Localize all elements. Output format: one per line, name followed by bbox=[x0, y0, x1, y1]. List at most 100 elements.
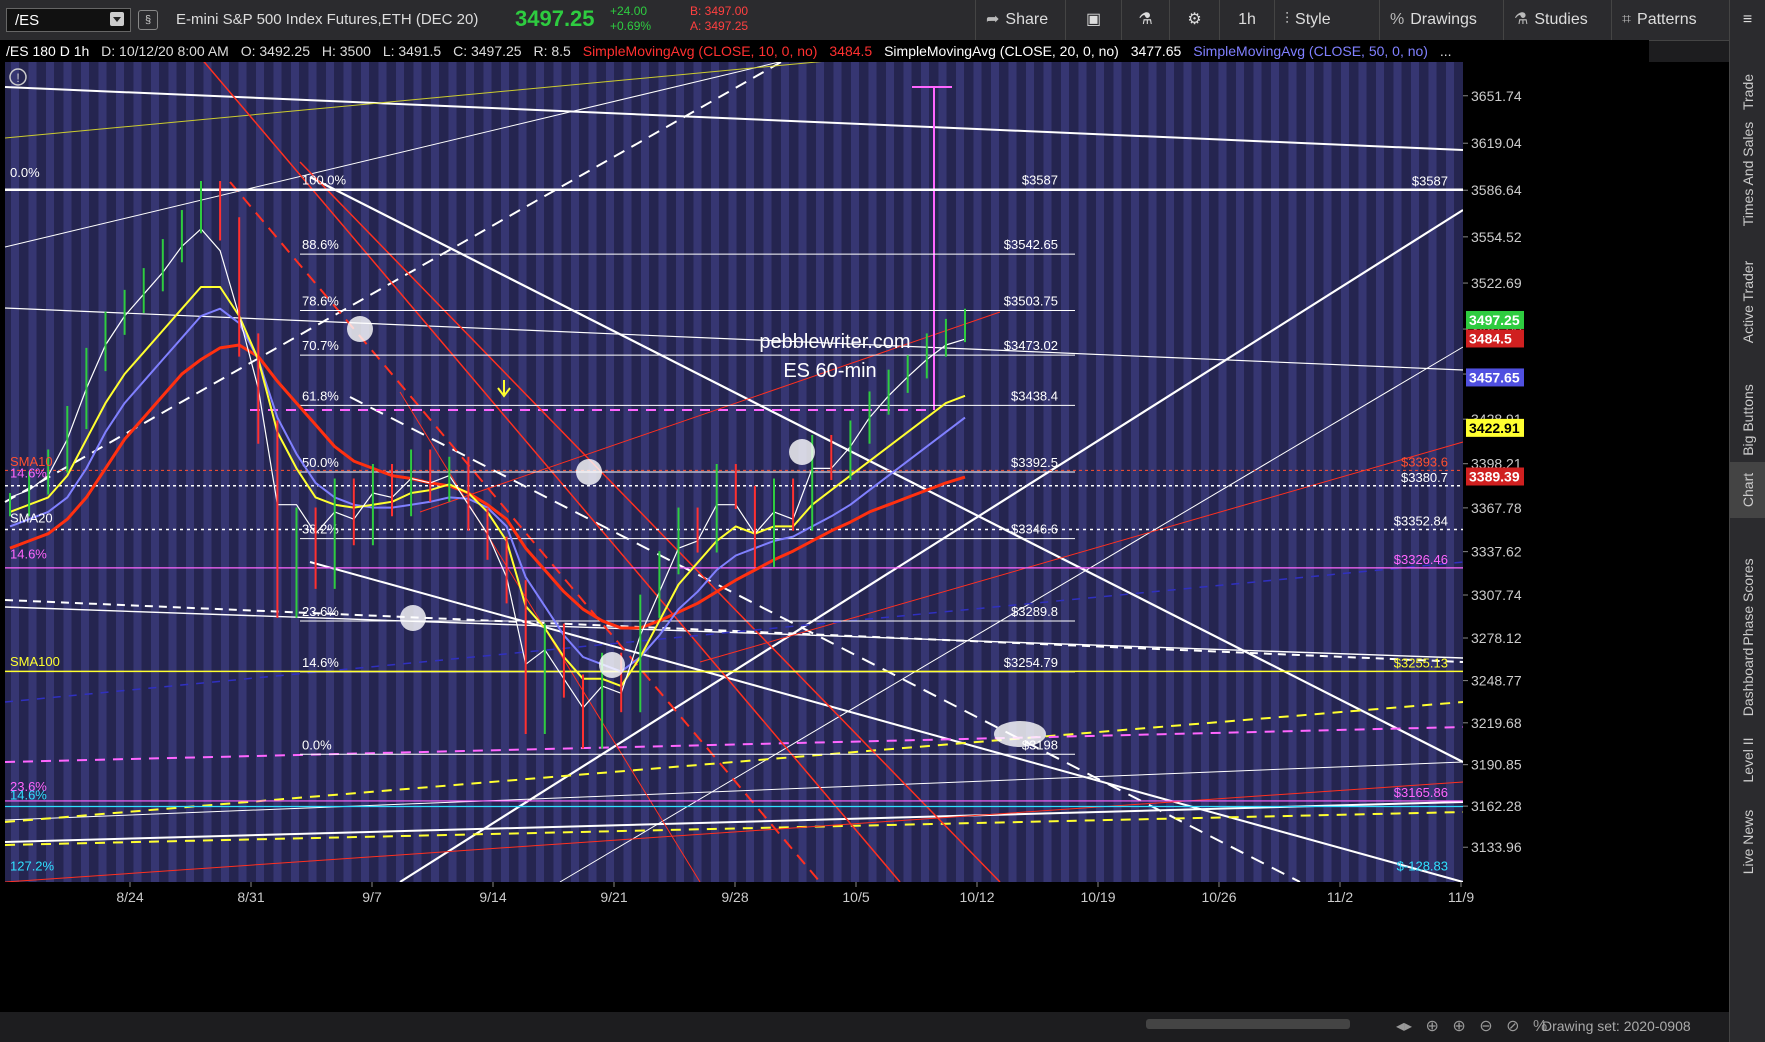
pivot-marker bbox=[400, 605, 426, 631]
share-button[interactable]: ➦ Share bbox=[975, 0, 1065, 40]
right-level-label: $-128.83 bbox=[1397, 859, 1448, 874]
patterns-button[interactable]: ⌗ Patterns bbox=[1611, 0, 1729, 40]
time-tick-label: 11/2 bbox=[1327, 889, 1353, 905]
price-tick-label: 3651.74 bbox=[1471, 88, 1522, 104]
sidebar-tab-label: Big Buttons bbox=[1740, 384, 1756, 456]
right-level-label: $3380.7 bbox=[1401, 470, 1448, 485]
pivot-marker bbox=[347, 316, 373, 342]
sidebar-tab-chart[interactable]: Chart bbox=[1730, 462, 1765, 518]
time-tick-label: 11/9 bbox=[1448, 889, 1474, 905]
price-tick-label: 3337.62 bbox=[1471, 544, 1522, 560]
fib-level-price: $3289.8 bbox=[1011, 604, 1058, 619]
session-stripe bbox=[1253, 62, 1262, 882]
session-stripe bbox=[1236, 62, 1244, 882]
sidebar-tab-label: Active Trader bbox=[1740, 260, 1756, 344]
hamburger-icon: ≡ bbox=[1742, 11, 1753, 28]
session-stripe bbox=[238, 62, 247, 882]
session-stripe bbox=[1166, 62, 1174, 882]
studies-button[interactable]: ⚗ Studies bbox=[1503, 0, 1611, 40]
pivot-marker bbox=[789, 439, 815, 465]
layout-button[interactable]: ▣ bbox=[1065, 0, 1121, 40]
bid-price: B: 3497.00 bbox=[690, 4, 749, 18]
price-tag-label: 3422.91 bbox=[1469, 420, 1520, 436]
crosshair-icon[interactable]: ⊕ bbox=[1426, 1018, 1439, 1035]
left-level-label: SMA100 bbox=[10, 654, 60, 669]
price-tick-label: 3554.52 bbox=[1471, 229, 1522, 245]
sidebar-tab-label: Chart bbox=[1740, 472, 1756, 508]
zoom-reset-icon[interactable]: ⊘ bbox=[1506, 1018, 1519, 1035]
last-price: 3497.25 bbox=[515, 6, 595, 31]
bar-high: H: 3500 bbox=[321, 43, 371, 59]
time-scrollbar[interactable] bbox=[1146, 1019, 1350, 1029]
symbol-dropdown-icon[interactable] bbox=[110, 12, 124, 26]
info-icon-glyph: ! bbox=[16, 71, 19, 85]
session-stripe bbox=[186, 62, 194, 882]
style-button[interactable]: ⫶ Style bbox=[1274, 0, 1379, 40]
fib-level-percent: 70.7% bbox=[302, 338, 339, 353]
zoom-controls: ◂▸ ⊕ ⊕ ⊖ ⊘ % bbox=[1396, 1016, 1556, 1036]
link-icon[interactable]: § bbox=[138, 10, 158, 30]
chart-title-watermark: pebblewriter.com bbox=[759, 331, 910, 353]
flask-button[interactable]: ⚗ bbox=[1121, 0, 1169, 40]
menu-button[interactable]: ≡ bbox=[1729, 0, 1765, 40]
session-stripe bbox=[1113, 62, 1122, 882]
price-tick-label: 3619.04 bbox=[1471, 135, 1522, 151]
session-stripe bbox=[1218, 62, 1227, 882]
bid-ask: B: 3497.00 A: 3497.25 bbox=[690, 4, 748, 34]
zoom-out-icon[interactable]: ⊖ bbox=[1479, 1018, 1492, 1035]
price-tick-label: 3586.64 bbox=[1471, 182, 1522, 198]
fib-level-percent: 0.0% bbox=[302, 737, 332, 752]
sidebar-tab-label: Times And Sales bbox=[1740, 121, 1756, 227]
drawings-button[interactable]: % Drawings bbox=[1379, 0, 1503, 40]
price-tick-label: 3278.12 bbox=[1471, 630, 1522, 646]
candles-icon: ⫶ bbox=[1285, 11, 1290, 28]
sidebar-tab-label: Live News bbox=[1740, 809, 1756, 875]
gear-icon: ⚙ bbox=[1187, 11, 1202, 28]
session-stripe bbox=[1096, 62, 1104, 882]
settings-button[interactable]: ⚙ bbox=[1169, 0, 1219, 40]
sma20-study[interactable]: SimpleMovingAvg (CLOSE, 20, 0, no) bbox=[884, 43, 1119, 59]
right-level-label: $3255.13 bbox=[1394, 655, 1448, 670]
right-sidebar: Trade Times And Sales Active Trader Big But… bbox=[1729, 40, 1765, 1042]
session-stripe bbox=[1271, 62, 1279, 882]
fib-level-price: $3438.4 bbox=[1011, 388, 1058, 403]
ask-price: A: 3497.25 bbox=[690, 19, 749, 33]
time-tick-label: 9/7 bbox=[362, 889, 382, 905]
sma50-study[interactable]: SimpleMovingAvg (CLOSE, 50, 0, no) bbox=[1193, 43, 1428, 59]
session-stripe bbox=[1376, 62, 1384, 882]
price-tick-label: 3162.28 bbox=[1471, 798, 1522, 814]
price-chart[interactable]: 100.0% $3587 88.6% $3542.65 78.6% $3503.75 70.… bbox=[0, 62, 1729, 1012]
zoom-in-icon[interactable]: ⊕ bbox=[1452, 1018, 1465, 1035]
interval-button[interactable]: 1h bbox=[1219, 0, 1274, 40]
scroll-left-icon[interactable]: ◂▸ bbox=[1396, 1018, 1412, 1035]
session-stripe bbox=[1201, 62, 1209, 882]
session-stripe bbox=[1288, 62, 1297, 882]
time-tick-label: 9/14 bbox=[479, 889, 506, 905]
price-tick-label: 3307.74 bbox=[1471, 587, 1522, 603]
fib-level-percent: 88.6% bbox=[302, 237, 339, 252]
price-tick-label: 3367.78 bbox=[1471, 500, 1522, 516]
price-tag-label: 3457.65 bbox=[1469, 369, 1520, 385]
left-level-label: 127.2% bbox=[10, 859, 55, 874]
top-toolbar: /ES § E-mini S&P 500 Index Futures,ETH (… bbox=[0, 0, 1765, 41]
time-tick-label: 8/31 bbox=[237, 889, 264, 905]
sma10-study[interactable]: SimpleMovingAvg (CLOSE, 10, 0, no) bbox=[583, 43, 818, 59]
chart-title: /ES 180 D 1h bbox=[6, 43, 90, 59]
layout-icon: ▣ bbox=[1085, 11, 1102, 28]
sidebar-tab-label: Trade bbox=[1740, 73, 1756, 111]
percent-icon: % bbox=[1390, 11, 1405, 28]
instrument-description: E-mini S&P 500 Index Futures,ETH (DEC 20… bbox=[176, 11, 479, 28]
left-level-label: 14.6% bbox=[10, 788, 47, 803]
flask-icon: ⚗ bbox=[1514, 11, 1529, 28]
bar-close: C: 3497.25 bbox=[453, 43, 522, 59]
session-stripe bbox=[1131, 62, 1139, 882]
session-stripe bbox=[1183, 62, 1192, 882]
price-axis-background bbox=[1463, 62, 1729, 1012]
fib-level-percent: 61.8% bbox=[302, 388, 339, 403]
time-tick-label: 9/28 bbox=[721, 889, 748, 905]
fib-level-percent: 23.6% bbox=[302, 604, 339, 619]
fib-level-price: $3392.5 bbox=[1011, 455, 1058, 470]
more-studies[interactable]: ... bbox=[1440, 43, 1452, 59]
change-percent: +0.69% bbox=[610, 19, 652, 33]
price-tick-label: 3190.85 bbox=[1471, 757, 1522, 773]
